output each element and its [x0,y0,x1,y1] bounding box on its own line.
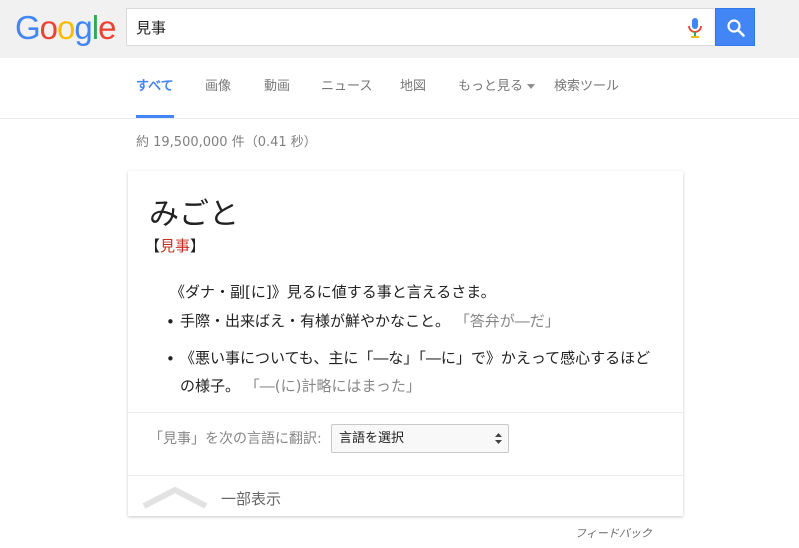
dictionary-card: みごと 【見事】 《ダナ・副[に]》見るに値する事と言えるさま。 • 手際・出来… [128,171,683,516]
translate-label: 「見事」を次の言語に翻訳: [149,431,322,447]
tab-news[interactable]: ニュース [321,58,372,116]
definition-text: 《ダナ・副[に]》見るに値する事と言えるさま。 [170,283,496,301]
tab-images[interactable]: 画像 [205,58,231,116]
feedback-link[interactable]: フィードバック [575,525,652,541]
header-bar: Google [0,0,799,58]
divider [128,412,683,413]
result-stats: 約 19,500,000 件（0.41 秒） [136,135,317,150]
divider [128,475,683,476]
microphone-icon[interactable] [685,17,705,39]
language-select[interactable]: 言語を選択 [331,424,509,453]
word-kanji: 【見事】 [145,235,205,256]
tab-more[interactable]: もっと見る [458,58,536,116]
bracket-close: 】 [190,237,206,255]
tab-all[interactable]: すべて [136,58,174,118]
search-icon [727,19,745,37]
tab-more-label: もっと見る [458,79,524,94]
tab-videos[interactable]: 動画 [264,58,290,116]
bullet-text: 手際・出来ばえ・有様が鮮やかなこと。 [180,312,451,330]
chevron-up-icon[interactable] [142,486,208,510]
search-tabs: すべて 画像 動画 ニュース 地図 もっと見る 検索ツール [0,58,799,119]
tab-maps[interactable]: 地図 [400,58,426,116]
language-select-value: 言語を選択 [339,431,405,446]
search-input[interactable] [136,9,656,45]
google-logo[interactable]: Google [15,8,116,48]
search-box [126,8,714,46]
bullet-dot: • [166,313,175,331]
collapse-label[interactable]: 一部表示 [221,488,281,509]
logo-letter: g [74,9,92,46]
bracket-open: 【 [145,237,161,255]
logo-letter: o [57,9,75,46]
logo-letter: e [98,9,116,46]
dropdown-caret-icon [527,84,536,89]
logo-letter: G [15,9,41,46]
tab-search-tools[interactable]: 検索ツール [554,58,619,116]
select-arrows-icon [495,433,502,444]
logo-letter: o [39,9,58,46]
bullet-example: 「―(に)計略にはまった」 [244,377,421,395]
word-reading: みごと [149,197,239,232]
bullet-example: 「答弁が―だ」 [454,312,560,330]
search-button[interactable] [715,8,755,46]
kanji-link[interactable]: 見事 [160,237,190,255]
bullet-dot: • [166,350,175,368]
